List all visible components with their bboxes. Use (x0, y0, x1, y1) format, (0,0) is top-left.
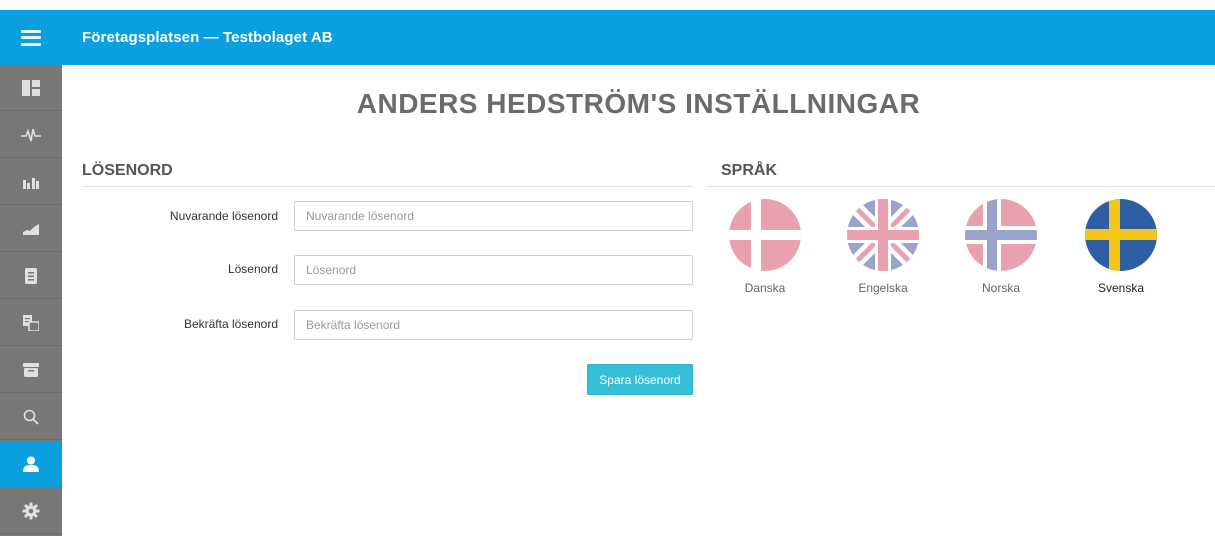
sidebar-item-archive[interactable] (0, 347, 62, 393)
language-option-norwegian[interactable]: Norska (956, 199, 1046, 295)
language-label-english: Engelska (858, 281, 908, 295)
sidebar (0, 65, 62, 536)
norway-flag-icon (965, 199, 1037, 271)
language-label-swedish: Svenska (1097, 281, 1145, 295)
denmark-flag-icon (729, 199, 801, 271)
sidebar-item-documents[interactable] (0, 253, 62, 299)
archive-icon (23, 362, 39, 377)
current-password-input[interactable] (294, 201, 693, 231)
sidebar-item-settings[interactable] (0, 488, 62, 534)
sidebar-item-search[interactable] (0, 394, 62, 440)
menu-button[interactable] (0, 10, 62, 65)
password-section-heading: LÖSENORD (82, 162, 173, 179)
search-icon (23, 409, 39, 425)
save-password-button[interactable]: Spara lösenord (587, 364, 693, 395)
sidebar-item-trends[interactable] (0, 206, 62, 252)
language-option-english[interactable]: Engelska (838, 199, 928, 295)
area-chart-icon (23, 223, 39, 235)
dashboard-icon (22, 79, 40, 96)
bar-chart-icon (23, 177, 39, 189)
language-label-danish: Danska (744, 281, 786, 295)
sidebar-item-user-settings[interactable] (0, 441, 62, 487)
new-password-input[interactable] (294, 255, 693, 285)
language-section-divider (706, 186, 1215, 187)
sweden-flag-icon (1085, 199, 1157, 271)
language-option-swedish[interactable]: Svenska (1076, 199, 1166, 295)
new-password-label: Lösenord (227, 262, 278, 276)
confirm-password-label: Bekräfta lösenord (183, 317, 278, 331)
current-password-label: Nuvarande lösenord (169, 209, 278, 223)
confirm-password-input[interactable] (294, 310, 693, 340)
settings-gear-icon (22, 502, 40, 519)
top-bar: Företagsplatsen — Testbolaget AB (0, 10, 1215, 65)
app-title: Företagsplatsen — Testbolaget AB (82, 29, 333, 46)
activity-pulse-icon (21, 128, 41, 141)
sidebar-item-statistics[interactable] (0, 159, 62, 205)
hamburger-menu-icon (21, 29, 41, 46)
sidebar-item-invoices[interactable] (0, 300, 62, 346)
sidebar-item-dashboard[interactable] (0, 65, 62, 111)
page-title: ANDERS HEDSTRÖM'S INSTÄLLNINGAR (356, 88, 921, 119)
sidebar-item-activity[interactable] (0, 112, 62, 158)
user-icon (23, 456, 39, 472)
uk-flag-icon (847, 199, 919, 271)
page-top-strip (0, 0, 1215, 10)
language-label-norwegian: Norska (981, 281, 1020, 295)
language-option-danish[interactable]: Danska (720, 199, 810, 295)
password-section-divider (82, 186, 693, 187)
language-section-heading: SPRÅK (721, 162, 778, 179)
invoice-icon (23, 314, 39, 331)
document-icon (25, 267, 37, 284)
